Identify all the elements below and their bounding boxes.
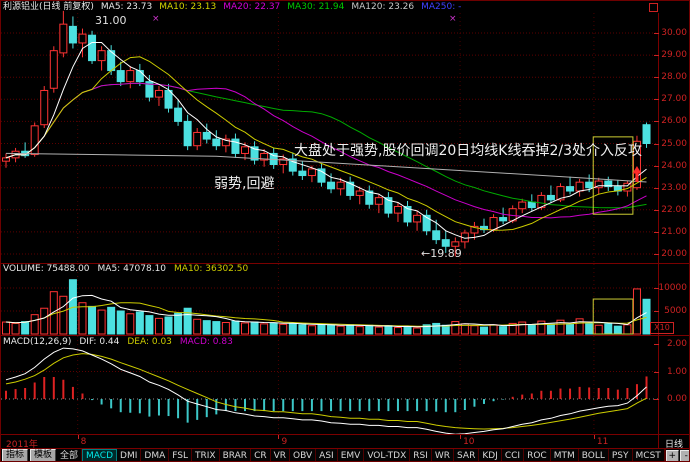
ma-readouts: MA5: 23.73 MA10: 23.13 MA20: 22.37 MA30: 21…: [101, 1, 468, 13]
macd-pane[interactable]: [1, 336, 658, 435]
month-label: 10: [463, 437, 475, 447]
indicator-tab-obv[interactable]: OBV: [290, 449, 317, 461]
axis-tick: [654, 99, 659, 100]
ma-readout: MA5: 23.73: [100, 2, 153, 12]
pane-separator: [1, 335, 689, 336]
zoom-control-plus[interactable]: +: [665, 449, 679, 461]
indicator-tab-模板[interactable]: 模板: [30, 449, 57, 461]
indicator-tab-asi[interactable]: ASI: [316, 449, 338, 461]
indicator-tab-macd[interactable]: MACD: [82, 449, 118, 461]
indicator-tab-cci[interactable]: CCI: [502, 449, 525, 461]
indicator-tab-wr[interactable]: WR: [432, 449, 455, 461]
month-tick: [460, 435, 462, 439]
volume-readout: VOLUME: 75488.00: [3, 264, 90, 274]
axis-tick: [654, 188, 659, 189]
high-price-label: 31.00: [95, 14, 127, 27]
volume-ma10-readout: MA10: 36302.50: [174, 264, 249, 274]
axis-tick: [654, 55, 659, 56]
indicator-tab-kdj[interactable]: KDJ: [479, 449, 502, 461]
volume-multiplier-badge: X10: [650, 322, 674, 334]
axis-tick: [654, 77, 659, 78]
indicator-tab-brar[interactable]: BRAR: [220, 449, 252, 461]
axis-tick: [654, 399, 659, 400]
indicator-tab-mtm[interactable]: MTM: [551, 449, 579, 461]
macd-params: MACD(12,26,9): [3, 337, 72, 347]
axis-tick: [654, 166, 659, 167]
axis-tick: [654, 344, 659, 345]
indicator-tab-全部[interactable]: 全部: [57, 449, 83, 461]
axis-tick: [654, 144, 659, 145]
zoom-control-minus[interactable]: -: [679, 449, 689, 461]
axis-tick: [654, 232, 659, 233]
axis-tick: [654, 33, 659, 34]
low-price-label: ←19.89: [421, 247, 462, 260]
strong-market-note: 大盘处于强势,股价回调20日均线K线吞掉2/3处介入反攻: [294, 143, 642, 159]
indicator-tab-vr[interactable]: VR: [271, 449, 291, 461]
indicator-tab-sar[interactable]: SAR: [454, 449, 480, 461]
indicator-tab-mcst[interactable]: MCST: [633, 449, 665, 461]
month-tick: [77, 435, 79, 439]
indicator-toolbar: 指标 模板 全部 MACD DMI DMA FSL TRIX BRAR CR VR OBV ASI EMV…: [1, 449, 689, 461]
volume-bars-layer: [2, 279, 651, 335]
svg-text:×: ×: [449, 14, 457, 24]
indicator-tab-rsi[interactable]: RSI: [410, 449, 432, 461]
indicator-tab-trix[interactable]: TRIX: [192, 449, 220, 461]
ma-readout: MA20: 22.37: [223, 2, 281, 12]
dif-readout: DIF: 0.44: [79, 337, 120, 347]
svg-text:×: ×: [152, 14, 160, 24]
month-tick: [593, 435, 595, 439]
indicator-tab-boll[interactable]: BOLL: [579, 449, 609, 461]
indicator-tab-指标[interactable]: 指标: [2, 449, 29, 461]
ma-readout: MA120: 23.26: [351, 2, 415, 12]
ma-readout: MA10: 23.13: [159, 2, 217, 12]
indicator-tab-dmi[interactable]: DMI: [117, 449, 142, 461]
chart-header: 利源铝业(日线 前复权) MA5: 23.73 MA10: 23.13 MA20: …: [1, 1, 659, 13]
macd-header: MACD(12,26,9) DIF: 0.44 DEA: 0.03 MACD: 0.8…: [3, 337, 241, 347]
ma-readout: MA30: 21.94: [287, 2, 345, 12]
weak-market-note: 弱势,回避: [214, 176, 275, 192]
indicator-tab-cr[interactable]: CR: [251, 449, 271, 461]
main-chart-pane[interactable]: × ×: [1, 10, 658, 263]
stock-chart-window: 利源铝业(日线 前复权) MA5: 23.73 MA10: 23.13 MA20: …: [0, 0, 690, 462]
axis-tick: [654, 311, 659, 312]
macd-readout: MACD: 0.83: [179, 337, 233, 347]
indicator-tab-roc[interactable]: ROC: [524, 449, 551, 461]
symbol-title: 利源铝业(日线 前复权): [3, 2, 94, 12]
axis-tick: [654, 210, 659, 211]
indicator-tab-fsl[interactable]: FSL: [169, 449, 192, 461]
indicator-tab-dma[interactable]: DMA: [141, 449, 170, 461]
zoom-controls: +-0: [664, 449, 689, 461]
axis-tick: [654, 288, 659, 289]
indicator-tab-psy[interactable]: PSY: [609, 449, 633, 461]
volume-pane[interactable]: [1, 264, 658, 335]
indicator-tab-vol-tdx[interactable]: VOL-TDX: [364, 449, 411, 461]
date-axis: 2011年 8 9 10 11 日线: [1, 435, 689, 450]
indicator-tab-emv[interactable]: EMV: [338, 449, 365, 461]
month-label: 8: [80, 437, 87, 447]
volume-ma5-readout: MA5: 47078.10: [97, 264, 167, 274]
axis-tick: [654, 121, 659, 122]
volume-header: VOLUME: 75488.00 MA5: 47078.10 MA10: 36302…: [3, 264, 256, 274]
month-label: 11: [596, 437, 609, 447]
candles-layer: [2, 10, 651, 257]
ma-readout: MA250: -: [421, 2, 462, 12]
axis-tick: [654, 254, 659, 255]
indicator-tabs: 指标 模板 全部 MACD DMI DMA FSL TRIX BRAR CR VR OBV ASI EMV…: [1, 449, 665, 461]
axis-tick: [654, 372, 659, 373]
month-label: 9: [281, 437, 288, 447]
month-tick: [278, 435, 280, 439]
dea-readout: DEA: 0.03: [127, 337, 172, 347]
corner-marker-button[interactable]: [649, 3, 658, 12]
